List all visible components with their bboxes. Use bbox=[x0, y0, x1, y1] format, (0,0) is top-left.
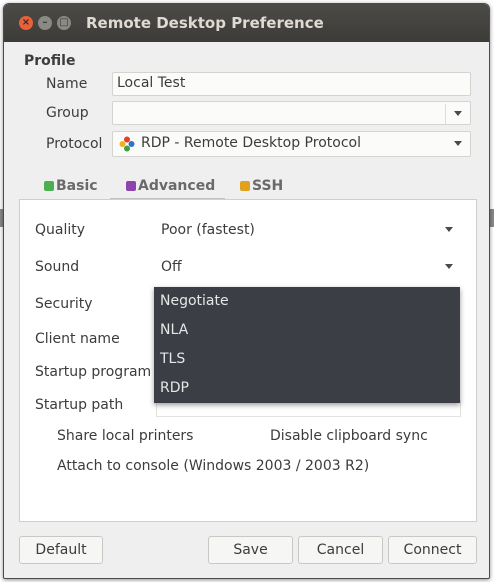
attach-console-checkbox[interactable]: Attach to console (Windows 2003 / 2003 R… bbox=[57, 458, 369, 474]
titlebar: × – □ Remote Desktop Preference bbox=[4, 4, 489, 42]
security-option-nla[interactable]: NLA bbox=[160, 322, 188, 338]
chevron-down-icon bbox=[445, 227, 453, 232]
startup-path-label: Startup path bbox=[35, 397, 124, 413]
tab-basic-label: Basic bbox=[56, 178, 98, 194]
client-name-label: Client name bbox=[35, 331, 120, 347]
share-printers-checkbox[interactable]: Share local printers bbox=[57, 428, 193, 444]
security-option-tls[interactable]: TLS bbox=[160, 351, 185, 367]
name-value: Local Test bbox=[117, 75, 186, 91]
startup-program-label: Startup program bbox=[35, 364, 152, 380]
disable-clipboard-checkbox[interactable]: Disable clipboard sync bbox=[270, 428, 428, 444]
chevron-down-icon bbox=[445, 264, 453, 269]
name-field[interactable]: Local Test bbox=[112, 72, 471, 96]
exclamation-icon bbox=[126, 181, 136, 191]
close-icon[interactable]: × bbox=[19, 16, 33, 30]
security-dropdown: Negotiate NLA TLS RDP bbox=[154, 287, 460, 403]
protocol-value: RDP - Remote Desktop Protocol bbox=[141, 135, 361, 151]
lock-icon bbox=[240, 181, 250, 191]
quality-label: Quality bbox=[35, 222, 86, 238]
chevron-down-icon bbox=[454, 141, 462, 146]
connect-button[interactable]: Connect bbox=[388, 536, 477, 564]
security-label: Security bbox=[35, 296, 93, 312]
group-combo[interactable] bbox=[112, 101, 471, 125]
save-button[interactable]: Save bbox=[208, 536, 293, 564]
profile-section-title: Profile bbox=[24, 53, 76, 69]
protocol-combo[interactable]: RDP - Remote Desktop Protocol bbox=[112, 131, 471, 157]
tab-advanced-label: Advanced bbox=[138, 178, 216, 194]
cancel-button[interactable]: Cancel bbox=[298, 536, 383, 564]
sound-value: Off bbox=[161, 259, 182, 275]
chevron-down-icon bbox=[454, 111, 462, 116]
tab-ssh-label: SSH bbox=[252, 178, 284, 194]
group-combo-separator bbox=[445, 104, 446, 124]
minimize-icon[interactable]: – bbox=[38, 16, 52, 30]
name-label: Name bbox=[46, 76, 88, 92]
window-title: Remote Desktop Preference bbox=[86, 14, 324, 32]
sound-label: Sound bbox=[35, 259, 80, 275]
maximize-icon[interactable]: □ bbox=[57, 16, 71, 30]
protocol-label: Protocol bbox=[46, 136, 103, 152]
security-option-negotiate[interactable]: Negotiate bbox=[160, 293, 229, 309]
rdp-protocol-icon bbox=[119, 136, 135, 152]
security-option-rdp[interactable]: RDP bbox=[160, 380, 189, 396]
quality-combo[interactable]: Poor (fastest) bbox=[156, 217, 461, 243]
default-button[interactable]: Default bbox=[19, 536, 103, 564]
tab-advanced[interactable]: Advanced bbox=[126, 178, 215, 200]
sound-combo[interactable]: Off bbox=[156, 254, 461, 280]
group-label: Group bbox=[46, 105, 89, 121]
info-icon bbox=[44, 181, 54, 191]
tab-basic[interactable]: Basic bbox=[44, 178, 98, 200]
tab-ssh[interactable]: SSH bbox=[240, 178, 283, 200]
quality-value: Poor (fastest) bbox=[161, 222, 255, 238]
